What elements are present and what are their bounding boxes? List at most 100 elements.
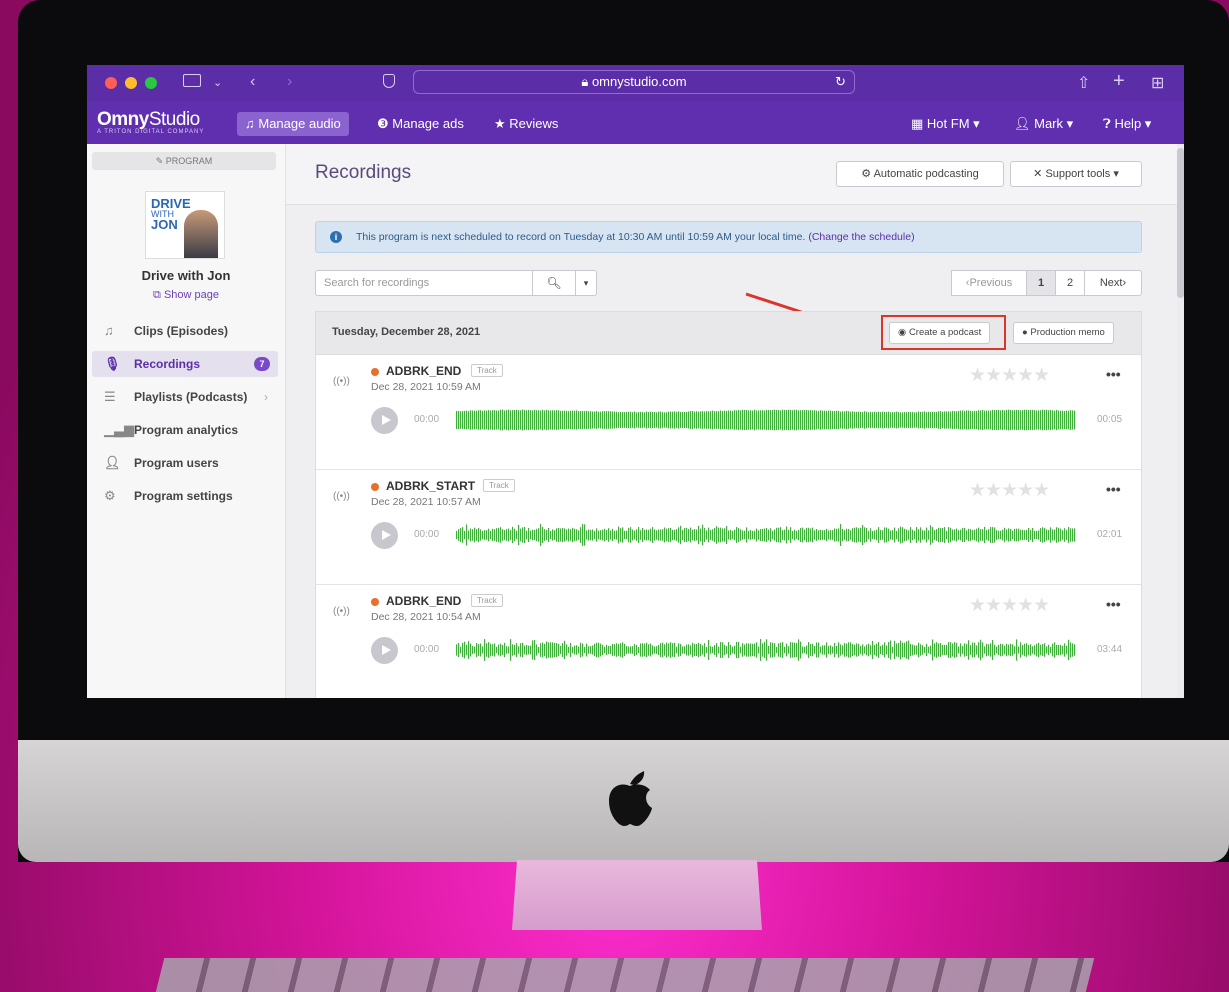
program-switcher[interactable]: ✎ PROGRAM [92,152,276,170]
gear-icon: ⚙ [104,488,116,503]
user-icon: 👤︎ [104,455,121,470]
user-icon: 👤︎ [1014,116,1035,131]
search-input[interactable]: Search for recordings [315,270,533,296]
scrollbar-thumb[interactable] [1177,148,1184,298]
sidebar-item-analytics[interactable]: ▁▃▆ Program analytics [92,417,278,443]
org-dropdown[interactable]: ▦ Hot FM ▾ [911,112,980,136]
recording-name[interactable]: ADBRK_START [386,479,475,493]
tab-overview-icon[interactable]: ⊞ [1151,73,1164,93]
page-2-button[interactable]: 2 [1055,270,1085,296]
waveform[interactable] [456,408,1076,432]
play-button[interactable] [371,637,398,664]
forward-icon[interactable]: › [287,73,292,91]
waveform[interactable] [456,638,1076,662]
logo-main-text: Omny [97,109,149,130]
status-dot [371,598,379,606]
production-memo-button[interactable]: ● Production memo [1013,322,1114,344]
sidebar-item-users[interactable]: 👤︎ Program users [92,450,278,476]
chevron-right-icon: › [1122,277,1127,289]
change-schedule-link[interactable]: (Change the schedule) [808,231,914,243]
play-button[interactable] [371,407,398,434]
nav-reviews[interactable]: ★ Reviews [494,112,558,136]
user-dropdown-label: Mark [1034,116,1064,131]
privacy-shield-icon[interactable] [383,74,395,88]
current-time: 00:00 [414,414,440,425]
rating-stars[interactable]: ★★★★★ [969,364,1050,387]
recording-name[interactable]: ADBRK_END [386,594,461,608]
address-bar[interactable]: 🔒︎ omnystudio.com ↻ [413,70,855,94]
more-options-icon[interactable]: ••• [1106,366,1121,382]
sidebar-toggle-icon[interactable] [183,74,201,87]
close-window-button[interactable] [105,77,117,89]
caret-down-icon: ▾ [1110,168,1119,180]
nav-manage-ads[interactable]: ❸ Manage ads [377,112,464,136]
rating-stars[interactable]: ★★★★★ [969,594,1050,617]
logo-light-text: Studio [148,109,200,130]
main-content: Recordings ⚙ Automatic podcasting ✕ Supp… [286,144,1184,698]
help-dropdown-label: Help [1114,116,1142,131]
back-icon[interactable]: ‹ [250,73,255,91]
page-1-button[interactable]: 1 [1026,270,1056,296]
nav-reviews-label: Reviews [509,116,559,131]
rating-stars[interactable]: ★★★★★ [969,479,1050,502]
user-dropdown[interactable]: 👤︎ Mark ▾ [1014,112,1073,136]
sidebar-item-label: Clips (Episodes) [134,324,229,338]
gear-icon: ⚙ [861,168,874,180]
maximize-window-button[interactable] [145,77,157,89]
duration: 03:44 [1097,644,1123,655]
star-icon: ★ [494,116,510,131]
omny-studio-logo[interactable]: OmnyStudio A TRITON DIGITAL COMPANY [97,109,204,135]
more-options-icon[interactable]: ••• [1106,596,1121,612]
program-name: Drive with Jon [141,268,231,283]
list-item: ((•)) ADBRK_END Track Dec 28, 2021 10:54… [316,584,1141,698]
sidebar-item-settings[interactable]: ⚙ Program settings [92,483,278,509]
next-page-label: Next [1099,277,1123,289]
minimize-window-button[interactable] [125,77,137,89]
sidebar-item-label: Playlists (Podcasts) [134,390,248,404]
sidebar-item-clips[interactable]: ♫ Clips (Episodes) [92,318,278,344]
dollar-icon: ❸ [377,116,393,131]
schedule-info-alert: i This program is next scheduled to reco… [315,221,1142,253]
search-button[interactable]: 🔍︎ [532,270,576,296]
duration: 02:01 [1097,529,1123,540]
show-page-link[interactable]: ⧉ Show page [87,289,285,302]
waveform[interactable] [456,523,1076,547]
search-options-dropdown[interactable]: ▾ [575,270,597,296]
sidebar-item-label: Program analytics [134,423,239,437]
sidebar-item-label: Program settings [134,489,233,503]
chevron-down-icon[interactable]: ⌄ [213,76,222,89]
pin-icon: ✎ [155,156,166,166]
recording-name[interactable]: ADBRK_END [386,364,461,378]
building-icon: ▦ [911,116,927,131]
new-tab-icon[interactable]: + [1113,70,1125,93]
sidebar-item-label: Program users [134,456,219,470]
support-tools-button[interactable]: ✕ Support tools ▾ [1010,161,1142,187]
caret-down-icon: ▾ [583,278,589,288]
page-header: Recordings ⚙ Automatic podcasting ✕ Supp… [286,144,1184,205]
url-text: omnystudio.com [591,74,687,89]
help-dropdown[interactable]: ❓︎ Help ▾ [1103,112,1151,136]
more-options-icon[interactable]: ••• [1106,481,1121,497]
podcast-icon: ◉ [898,327,909,338]
create-podcast-button[interactable]: ◉ Create a podcast [889,322,991,344]
host-photo [184,210,218,258]
share-icon[interactable]: ⇧ [1077,73,1090,93]
play-button[interactable] [371,522,398,549]
reload-icon[interactable]: ↻ [835,71,846,93]
keyboard [155,958,1095,992]
logo-subtitle: A TRITON DIGITAL COMPANY [97,129,205,135]
automatic-podcasting-button[interactable]: ⚙ Automatic podcasting [836,161,1004,187]
sidebar-item-recordings[interactable]: 🎙︎ Recordings 7 [92,351,278,377]
next-page-button[interactable]: Next› [1084,270,1142,296]
track-tag: Track [471,594,503,607]
current-time: 00:00 [414,644,440,655]
broadcast-icon: ((•)) [333,376,350,387]
nav-manage-audio-label: Manage audio [258,116,341,131]
nav-manage-audio[interactable]: ♫ Manage audio [237,112,349,136]
list-item: ((•)) ADBRK_END Track Dec 28, 2021 10:59… [316,354,1141,470]
sidebar-item-playlists[interactable]: ☰ Playlists (Podcasts) › [92,384,278,410]
schedule-info-text: This program is next scheduled to record… [356,231,806,243]
recording-date: Dec 28, 2021 10:54 AM [371,611,481,623]
status-dot [371,368,379,376]
previous-page-button[interactable]: ‹Previous [951,270,1027,296]
